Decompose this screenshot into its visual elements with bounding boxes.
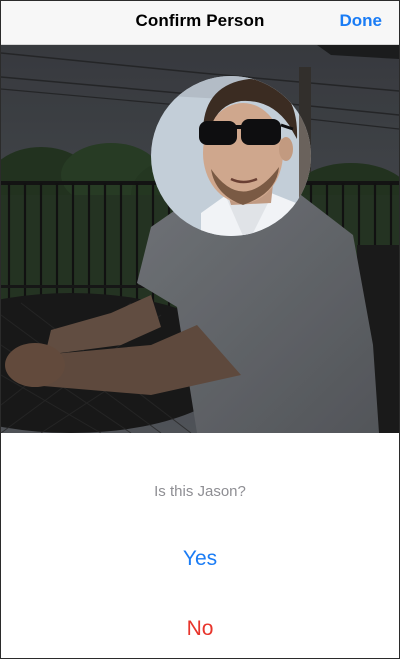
navigation-bar: Confirm Person Done bbox=[1, 1, 399, 45]
screen: Confirm Person Done Is this Jason? Yes N… bbox=[0, 0, 400, 659]
person-photo bbox=[1, 45, 399, 433]
yes-button[interactable]: Yes bbox=[101, 547, 299, 571]
confirm-question: Is this Jason? bbox=[154, 483, 246, 500]
done-button[interactable]: Done bbox=[340, 11, 383, 31]
photo-illustration bbox=[1, 45, 399, 433]
no-button[interactable]: No bbox=[101, 617, 299, 641]
